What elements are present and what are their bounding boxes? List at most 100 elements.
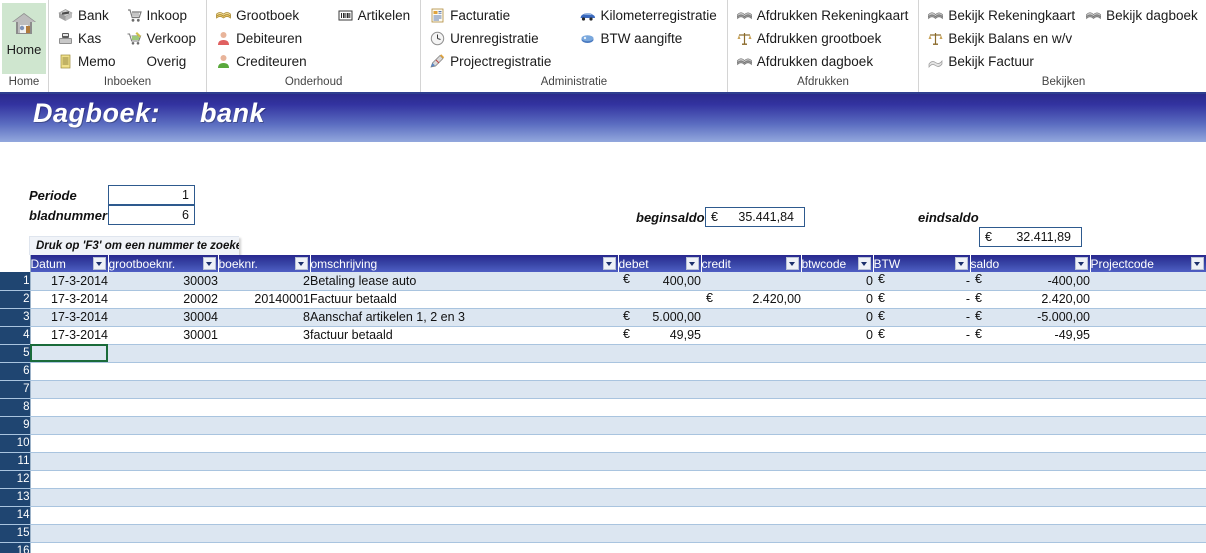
cell-boeknr[interactable]: 20140001 [218, 290, 310, 309]
cell-projectcode[interactable] [1090, 488, 1206, 507]
cell-projectcode[interactable] [1090, 470, 1206, 489]
cell-datum[interactable] [30, 524, 108, 543]
cell-debet[interactable] [618, 488, 701, 507]
cell-grootboeknr[interactable]: 30003 [108, 272, 218, 291]
table-row[interactable]: 6 [0, 362, 1206, 381]
cell-btwcode[interactable] [801, 452, 873, 471]
cell-saldo[interactable] [970, 434, 1090, 453]
cell-btw[interactable]: € - [873, 308, 970, 327]
cell-btw[interactable] [873, 470, 970, 489]
cell-debet[interactable]: €49,95 [618, 326, 701, 345]
cell-datum[interactable] [30, 506, 108, 525]
cell-credit[interactable] [701, 344, 801, 363]
cell-datum[interactable] [30, 434, 108, 453]
cell-boeknr[interactable] [218, 506, 310, 525]
row-number[interactable]: 5 [0, 344, 31, 363]
cell-credit[interactable] [701, 380, 801, 399]
row-number[interactable]: 2 [0, 290, 31, 309]
cell-btwcode[interactable] [801, 506, 873, 525]
cell-omschrijving[interactable] [310, 470, 618, 489]
cell-saldo[interactable] [970, 470, 1090, 489]
cell-btwcode[interactable] [801, 362, 873, 381]
ribbon-item-debiteuren[interactable]: Debiteuren [211, 27, 313, 50]
cell-saldo[interactable]: € -49,95 [970, 326, 1090, 345]
cell-omschrijving[interactable] [310, 452, 618, 471]
row-number[interactable]: 1 [0, 272, 31, 291]
table-row[interactable]: 15 [0, 524, 1206, 543]
ribbon-item-urenregistratie[interactable]: Urenregistratie [425, 27, 557, 50]
cell-btw[interactable]: € - [873, 290, 970, 309]
column-header-datum[interactable]: Datum [30, 255, 109, 272]
cell-saldo[interactable]: € -400,00 [970, 272, 1090, 291]
cell-grootboeknr[interactable] [108, 542, 218, 553]
cell-btw[interactable]: € - [873, 326, 970, 345]
cell-btwcode[interactable] [801, 434, 873, 453]
cell-boeknr[interactable] [218, 416, 310, 435]
cell-omschrijving[interactable] [310, 398, 618, 417]
cell-saldo[interactable] [970, 380, 1090, 399]
cell-debet[interactable] [618, 524, 701, 543]
cell-debet[interactable] [618, 452, 701, 471]
cell-btw[interactable] [873, 362, 970, 381]
filter-dropdown-icon[interactable] [785, 257, 799, 270]
row-number[interactable]: 10 [0, 434, 31, 453]
row-number[interactable]: 7 [0, 380, 31, 399]
cell-debet[interactable] [618, 290, 701, 309]
filter-dropdown-icon[interactable] [294, 257, 308, 270]
cell-btw[interactable] [873, 524, 970, 543]
select-all-corner[interactable] [0, 255, 31, 272]
cell-saldo[interactable] [970, 362, 1090, 381]
cell-btw[interactable] [873, 434, 970, 453]
cell-boeknr[interactable]: 2 [218, 272, 310, 291]
cell-datum[interactable] [30, 470, 108, 489]
cell-datum[interactable]: 17-3-2014 [30, 272, 108, 291]
row-number[interactable]: 6 [0, 362, 31, 381]
cell-grootboeknr[interactable] [108, 398, 218, 417]
cell-projectcode[interactable] [1090, 542, 1206, 553]
cell-credit[interactable] [701, 272, 801, 291]
cell-omschrijving[interactable] [310, 416, 618, 435]
cell-grootboeknr[interactable] [108, 506, 218, 525]
home-button[interactable]: Home [2, 3, 46, 74]
cell-projectcode[interactable] [1090, 398, 1206, 417]
ribbon-item-projectregistratie[interactable]: Projectregistratie [425, 50, 557, 73]
ribbon-item-inkoop[interactable]: Inkoop [122, 4, 203, 27]
cell-credit[interactable] [701, 398, 801, 417]
ribbon-item-memo[interactable]: Memo [53, 50, 122, 73]
column-header-credit[interactable]: credit [701, 255, 802, 272]
ribbon-item-grootboek[interactable]: Grootboek [211, 4, 313, 27]
ribbon-item-crediteuren[interactable]: Crediteuren [211, 50, 313, 73]
cell-projectcode[interactable] [1090, 506, 1206, 525]
cell-grootboeknr[interactable] [108, 344, 218, 363]
cell-boeknr[interactable]: 8 [218, 308, 310, 327]
cell-credit[interactable]: €2.420,00 [701, 290, 801, 309]
cell-debet[interactable]: €400,00 [618, 272, 701, 291]
cell-omschrijving[interactable] [310, 542, 618, 553]
cell-projectcode[interactable] [1090, 362, 1206, 381]
cell-boeknr[interactable] [218, 434, 310, 453]
ribbon-item-bekijk-dagboek[interactable]: Bekijk dagboek [1081, 4, 1204, 27]
cell-debet[interactable] [618, 380, 701, 399]
cell-projectcode[interactable] [1090, 380, 1206, 399]
cell-grootboeknr[interactable] [108, 488, 218, 507]
cell-grootboeknr[interactable] [108, 524, 218, 543]
filter-dropdown-icon[interactable] [1190, 257, 1204, 270]
row-number[interactable]: 14 [0, 506, 31, 525]
cell-btw[interactable] [873, 488, 970, 507]
cell-projectcode[interactable] [1090, 524, 1206, 543]
cell-boeknr[interactable] [218, 380, 310, 399]
cell-projectcode[interactable] [1090, 452, 1206, 471]
cell-projectcode[interactable] [1090, 344, 1206, 363]
cell-projectcode[interactable] [1090, 308, 1206, 327]
cell-boeknr[interactable] [218, 452, 310, 471]
cell-debet[interactable] [618, 434, 701, 453]
cell-btw[interactable] [873, 398, 970, 417]
row-number[interactable]: 8 [0, 398, 31, 417]
ribbon-item-overig[interactable]: Overig [122, 50, 203, 73]
row-number[interactable]: 15 [0, 524, 31, 543]
cell-credit[interactable] [701, 326, 801, 345]
cell-boeknr[interactable]: 3 [218, 326, 310, 345]
cell-credit[interactable] [701, 308, 801, 327]
cell-omschrijving[interactable] [310, 362, 618, 381]
cell-btwcode[interactable]: 0 [801, 290, 873, 309]
